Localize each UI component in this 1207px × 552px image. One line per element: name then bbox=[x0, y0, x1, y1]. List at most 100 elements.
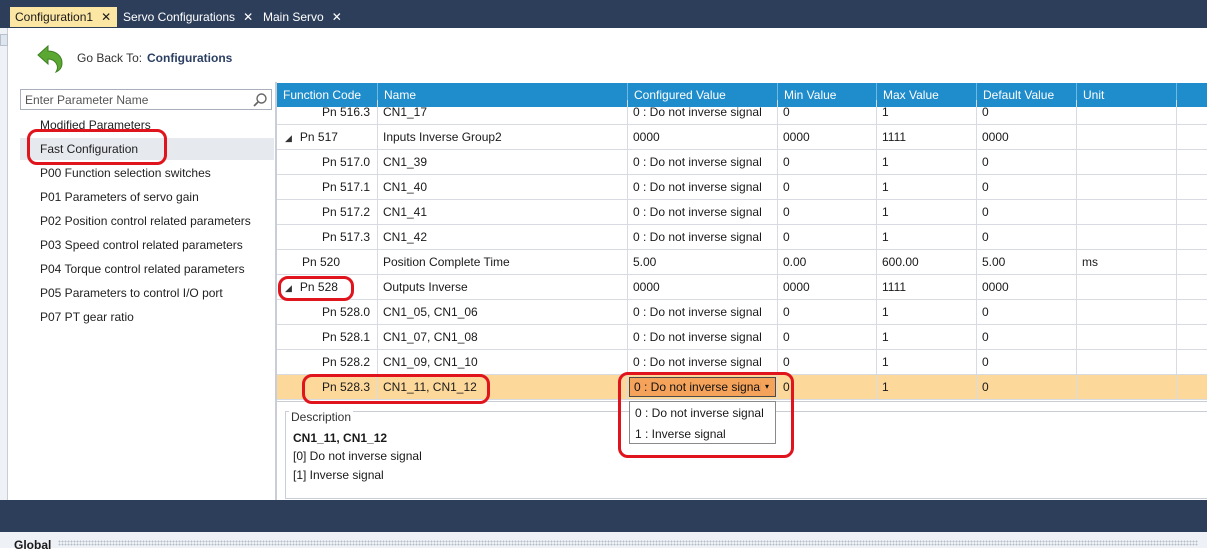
value-cell[interactable]: 0 : Do not inverse signal bbox=[628, 325, 778, 350]
group-item-p01[interactable]: P01 Parameters of servo gain bbox=[20, 186, 274, 208]
global-label: Global bbox=[14, 538, 52, 552]
function-code-cell: ◢ Pn 528 bbox=[277, 275, 378, 300]
value-cell[interactable]: 0000 bbox=[628, 275, 778, 300]
back-arrow-icon[interactable] bbox=[34, 42, 66, 74]
def-cell: 0000 bbox=[977, 275, 1077, 300]
group-item-p05[interactable]: P05 Parameters to control I/O port bbox=[20, 282, 274, 304]
parameter-search[interactable]: Enter Parameter Name bbox=[20, 89, 272, 110]
configured-value-combobox[interactable]: 0 : Do not inverse signal ▾ bbox=[629, 377, 776, 397]
table-row[interactable]: Pn 517.2 CN1_41 0 : Do not inverse signal 0… bbox=[277, 200, 1207, 225]
table-row[interactable]: Pn 517.1 CN1_40 0 : Do not inverse signal 0… bbox=[277, 175, 1207, 200]
def-cell: 5.00 bbox=[977, 250, 1077, 275]
description-line: [1] Inverse signal bbox=[293, 468, 384, 482]
min-cell: 0 bbox=[778, 100, 877, 125]
min-cell: 0000 bbox=[778, 275, 877, 300]
group-item-p04[interactable]: P04 Torque control related parameters bbox=[20, 258, 274, 280]
table-row[interactable]: Pn 517.0 CN1_39 0 : Do not inverse signal 0… bbox=[277, 150, 1207, 175]
unit-cell bbox=[1077, 225, 1177, 250]
group-item-p02[interactable]: P02 Position control related parameters bbox=[20, 210, 274, 232]
min-cell: 0 bbox=[778, 175, 877, 200]
close-icon[interactable]: ✕ bbox=[243, 10, 253, 24]
value-cell[interactable]: 0 : Do not inverse signal bbox=[628, 200, 778, 225]
search-input[interactable]: Enter Parameter Name bbox=[25, 93, 148, 107]
def-cell: 0 bbox=[977, 100, 1077, 125]
name-cell: CN1_11, CN1_12 bbox=[378, 375, 628, 400]
function-code: Pn 517.2 bbox=[322, 205, 371, 219]
def-cell: 0 bbox=[977, 175, 1077, 200]
min-cell: 0 bbox=[778, 200, 877, 225]
group-item-fast-configuration[interactable]: Fast Configuration bbox=[20, 138, 274, 160]
configured-value-dropdown: 0 : Do not inverse signal 1 : Inverse si… bbox=[629, 401, 776, 444]
collapse-triangle-icon[interactable]: ◢ bbox=[285, 126, 292, 150]
max-cell: 1 bbox=[877, 175, 977, 200]
tab-label: Main Servo bbox=[263, 10, 324, 24]
function-code: Pn 517.1 bbox=[322, 180, 371, 194]
function-code: Pn 528.1 bbox=[322, 330, 371, 344]
document-tab-bar: Configuration1 ✕ Servo Configurations ✕ Ma… bbox=[0, 0, 1207, 28]
max-cell: 1 bbox=[877, 375, 977, 400]
name-cell: Position Complete Time bbox=[378, 250, 628, 275]
name-cell: CN1_09, CN1_10 bbox=[378, 350, 628, 375]
name-cell: CN1_39 bbox=[378, 150, 628, 175]
name-cell: Outputs Inverse bbox=[378, 275, 628, 300]
table-row[interactable]: ◢ Pn 517 Inputs Inverse Group2 0000 0000 1111… bbox=[277, 125, 1207, 150]
function-code-cell: Pn 517.1 bbox=[277, 175, 378, 200]
table-row[interactable]: Pn 528.0 CN1_05, CN1_06 0 : Do not inverse… bbox=[277, 300, 1207, 325]
function-code-cell: Pn 517.0 bbox=[277, 150, 378, 175]
function-code-cell: Pn 516.3 bbox=[277, 100, 378, 125]
function-code-cell: Pn 520 bbox=[277, 250, 378, 275]
tab-main-servo[interactable]: Main Servo ✕ bbox=[258, 7, 348, 27]
value-cell[interactable]: 0 : Do not inverse signal bbox=[628, 175, 778, 200]
max-cell: 1111 bbox=[877, 275, 977, 300]
table-row[interactable]: Pn 516.3 CN1_17 0 : Do not inverse signal 0… bbox=[277, 100, 1207, 125]
name-cell: CN1_07, CN1_08 bbox=[378, 325, 628, 350]
table-row[interactable]: ◢ Pn 528 Outputs Inverse 0000 0000 1111 0000 bbox=[277, 275, 1207, 300]
function-code: Pn 520 bbox=[302, 255, 341, 269]
value-cell[interactable]: 0 : Do not inverse signal bbox=[628, 350, 778, 375]
name-cell: CN1_42 bbox=[378, 225, 628, 250]
group-item-p07[interactable]: P07 PT gear ratio bbox=[20, 306, 274, 328]
search-icon[interactable] bbox=[252, 92, 268, 108]
value-cell[interactable]: 0 : Do not inverse signal bbox=[628, 100, 778, 125]
global-panel-header[interactable]: Global bbox=[0, 524, 1207, 552]
value-cell[interactable]: 0000 bbox=[628, 125, 778, 150]
tab-servo-configurations[interactable]: Servo Configurations ✕ bbox=[118, 7, 256, 27]
close-icon[interactable]: ✕ bbox=[332, 10, 342, 24]
function-code: Pn 528.0 bbox=[322, 305, 371, 319]
value-cell[interactable]: 0 : Do not inverse signal bbox=[628, 150, 778, 175]
def-cell: 0 bbox=[977, 225, 1077, 250]
max-cell: 1 bbox=[877, 325, 977, 350]
min-cell: 0000 bbox=[778, 125, 877, 150]
close-icon[interactable]: ✕ bbox=[101, 10, 111, 24]
table-row[interactable]: Pn 528.1 CN1_07, CN1_08 0 : Do not inverse… bbox=[277, 325, 1207, 350]
value-cell[interactable]: 0 : Do not inverse signal bbox=[628, 300, 778, 325]
group-item-modified-parameters[interactable]: Modified Parameters bbox=[20, 114, 274, 136]
dropdown-option-0[interactable]: 0 : Do not inverse signal bbox=[635, 403, 764, 423]
max-cell: 1 bbox=[877, 100, 977, 125]
group-item-p00[interactable]: P00 Function selection switches bbox=[20, 162, 274, 184]
function-code-cell: Pn 517.3 bbox=[277, 225, 378, 250]
min-cell: 0 bbox=[778, 150, 877, 175]
max-cell: 1 bbox=[877, 150, 977, 175]
value-cell[interactable]: 0 : Do not inverse signal bbox=[628, 225, 778, 250]
grip-dots bbox=[58, 540, 1198, 546]
def-cell: 0 bbox=[977, 200, 1077, 225]
max-cell: 1 bbox=[877, 200, 977, 225]
unit-cell bbox=[1077, 350, 1177, 375]
chevron-down-icon[interactable]: ▾ bbox=[761, 378, 773, 396]
collapse-triangle-icon[interactable]: ◢ bbox=[285, 276, 292, 300]
dropdown-option-1[interactable]: 1 : Inverse signal bbox=[635, 424, 726, 444]
min-cell: 0 bbox=[778, 350, 877, 375]
value-cell[interactable]: 5.00 bbox=[628, 250, 778, 275]
go-back-link[interactable]: Configurations bbox=[147, 51, 232, 65]
group-item-p03[interactable]: P03 Speed control related parameters bbox=[20, 234, 274, 256]
table-row[interactable]: Pn 528.2 CN1_09, CN1_10 0 : Do not inverse… bbox=[277, 350, 1207, 375]
function-code-cell: Pn 528.1 bbox=[277, 325, 378, 350]
unit-cell bbox=[1077, 150, 1177, 175]
table-row[interactable]: Pn 517.3 CN1_42 0 : Do not inverse signal 0… bbox=[277, 225, 1207, 250]
pin-handle[interactable] bbox=[0, 34, 8, 46]
def-cell: 0 bbox=[977, 350, 1077, 375]
table-row[interactable]: Pn 520 Position Complete Time 5.00 0.00 600.… bbox=[277, 250, 1207, 275]
tab-configuration1[interactable]: Configuration1 ✕ bbox=[10, 7, 117, 27]
def-cell: 0000 bbox=[977, 125, 1077, 150]
